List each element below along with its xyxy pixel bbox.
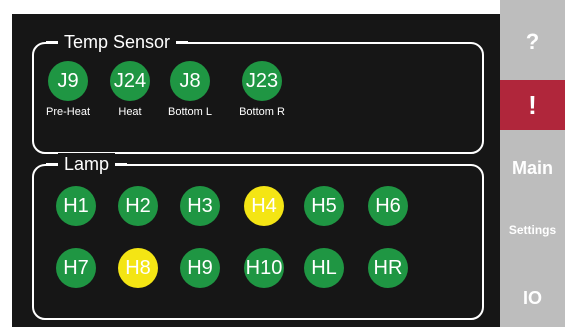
lamp-h5-indicator[interactable]: H5 [304, 186, 344, 226]
sensor-j9-indicator[interactable]: J9 [48, 61, 88, 101]
lamp-h2-indicator[interactable]: H2 [118, 186, 158, 226]
sensor-j23-label: Bottom R [239, 106, 285, 118]
lamp-h9-indicator[interactable]: H9 [180, 248, 220, 288]
lamp-hl-indicator[interactable]: HL [304, 248, 344, 288]
sensor-j23-indicator[interactable]: J23 [242, 61, 282, 101]
lamp-h3-indicator[interactable]: H3 [180, 186, 220, 226]
sensor-j8-label: Bottom L [167, 106, 213, 118]
main-button[interactable]: Main [500, 150, 565, 186]
alert-button[interactable]: ! [500, 80, 565, 130]
lamp-h1-indicator[interactable]: H1 [56, 186, 96, 226]
lamp-title: Lamp [45, 153, 128, 175]
sensor-j8-indicator[interactable]: J8 [170, 61, 210, 101]
temp-sensor-title: Temp Sensor [45, 31, 189, 53]
lamp-h6-indicator[interactable]: H6 [368, 186, 408, 226]
main-panel: Temp Sensor J9 Pre-Heat J24 Heat J8 Bott… [12, 14, 500, 327]
io-button[interactable]: IO [500, 280, 565, 316]
settings-button[interactable]: Settings [500, 216, 565, 244]
sensor-j24-label: Heat [118, 106, 142, 118]
lamp-h4-indicator[interactable]: H4 [244, 186, 284, 226]
lamp-hr-indicator[interactable]: HR [368, 248, 408, 288]
help-button[interactable]: ? [500, 24, 565, 60]
sidebar: ? ! Main Settings IO [500, 0, 565, 327]
temp-sensor-group: Temp Sensor J9 Pre-Heat J24 Heat J8 Bott… [32, 31, 484, 154]
sensor-j9-label: Pre-Heat [45, 106, 91, 118]
lamp-h8-indicator[interactable]: H8 [118, 248, 158, 288]
lamp-group: Lamp H1 H2 H3 H4 H5 H6 H7 H8 H9 H10 HL HR [32, 153, 484, 320]
sensor-j24-indicator[interactable]: J24 [110, 61, 150, 101]
lamp-h10-indicator[interactable]: H10 [244, 248, 284, 288]
lamp-h7-indicator[interactable]: H7 [56, 248, 96, 288]
